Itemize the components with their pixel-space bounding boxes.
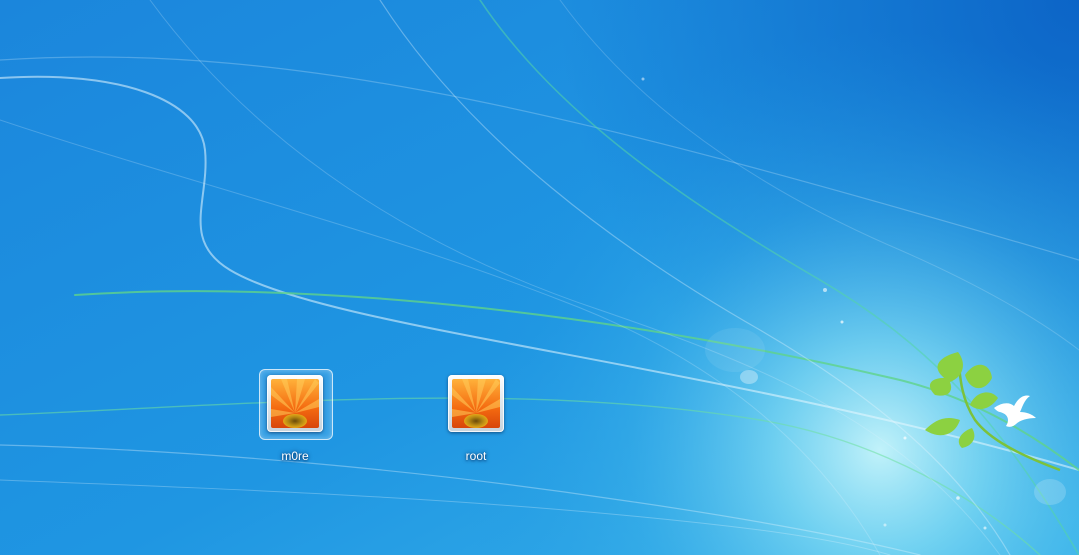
orange-flower-avatar-icon — [452, 379, 500, 428]
avatar-frame — [267, 375, 323, 432]
user-tile-m0re[interactable]: m0re — [259, 369, 339, 469]
orange-flower-avatar-icon — [271, 379, 319, 428]
wallpaper — [0, 0, 1079, 555]
user-name-label: m0re — [281, 449, 309, 463]
user-name-label: root — [465, 449, 487, 463]
user-tile-root[interactable]: root — [440, 369, 520, 469]
avatar-frame — [448, 375, 504, 432]
